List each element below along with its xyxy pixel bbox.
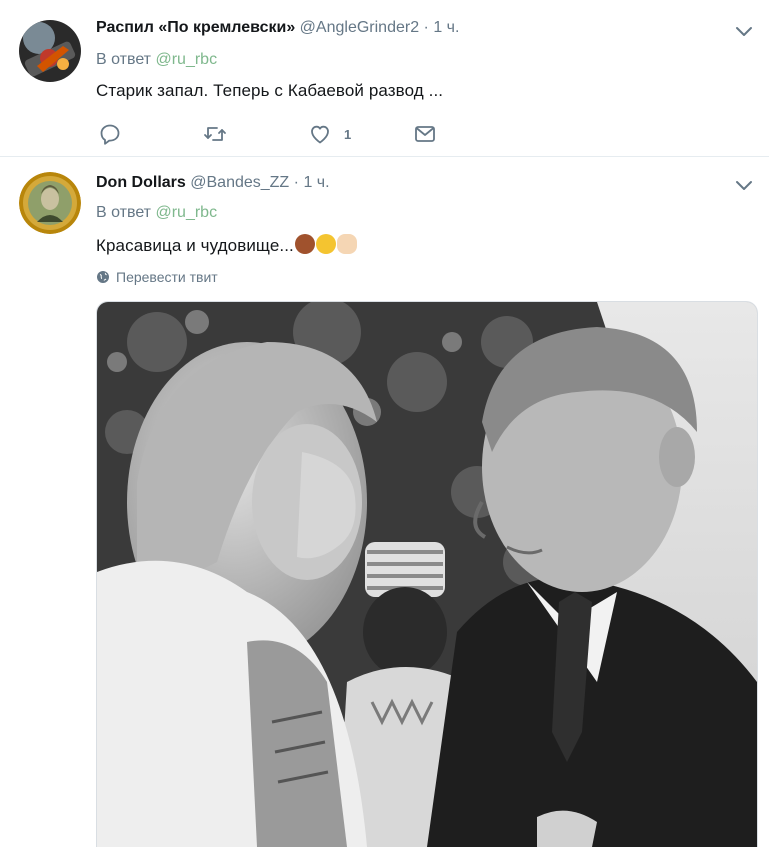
user-handle[interactable]: @AngleGrinder2 (300, 19, 419, 36)
separator: · (423, 19, 429, 36)
display-name[interactable]: Don Dollars (96, 174, 186, 191)
tweet-1[interactable]: Распил «По кремлевски» @AngleGrinder2 · … (0, 0, 769, 157)
reply-prefix: В ответ (96, 204, 152, 221)
reply-context: В ответ @ru_rbc (96, 204, 217, 222)
like-icon (311, 125, 329, 144)
see-no-evil-monkey-emoji (294, 234, 315, 254)
like-count: 1 (344, 126, 352, 142)
tweet-2[interactable]: Don Dollars @Bandes_ZZ · 1 ч. В ответ @r… (0, 157, 769, 847)
reply-prefix: В ответ (96, 51, 152, 68)
tweet-text: Красавица и чудовище... (96, 236, 294, 255)
avatar[interactable] (19, 172, 81, 234)
tweet-header: Don Dollars @Bandes_ZZ · 1 ч. (96, 173, 330, 193)
tweet-header: Распил «По кремлевски» @AngleGrinder2 · … (96, 18, 459, 38)
chevron-down-icon[interactable] (735, 176, 753, 194)
chevron-down-icon[interactable] (735, 22, 753, 40)
reply-icon (100, 124, 120, 145)
rolling-laughing-emoji (315, 234, 336, 254)
globe-icon (97, 271, 109, 283)
tweet-actions: 1 (96, 122, 496, 146)
reply-mention-link[interactable]: @ru_rbc (155, 204, 217, 221)
direct-message-button[interactable] (413, 122, 437, 146)
tweet-photo[interactable] (96, 301, 758, 847)
avatar-image (19, 172, 81, 234)
retweet-button[interactable] (203, 122, 227, 146)
message-icon (415, 126, 435, 142)
tweet-text-container: Красавица и чудовище... (96, 234, 357, 256)
tweet-text: Старик запал. Теперь с Кабаевой развод .… (96, 81, 444, 100)
timestamp[interactable]: 1 ч. (433, 19, 459, 36)
retweet-icon (204, 127, 226, 141)
clapping-hands-emoji (336, 234, 357, 254)
like-button[interactable]: 1 (308, 122, 351, 146)
avatar-image (19, 20, 81, 82)
reply-button[interactable] (98, 122, 122, 146)
timestamp[interactable]: 1 ч. (303, 174, 329, 191)
reply-context: В ответ @ru_rbc (96, 51, 217, 69)
translate-label: Перевести твит (116, 269, 218, 285)
photo-image (97, 302, 757, 847)
translate-tweet-link[interactable]: Перевести твит (96, 269, 218, 285)
display-name[interactable]: Распил «По кремлевски» (96, 19, 295, 36)
separator: · (293, 174, 299, 191)
reply-mention-link[interactable]: @ru_rbc (155, 51, 217, 68)
avatar[interactable] (19, 20, 81, 82)
user-handle[interactable]: @Bandes_ZZ (190, 174, 289, 191)
